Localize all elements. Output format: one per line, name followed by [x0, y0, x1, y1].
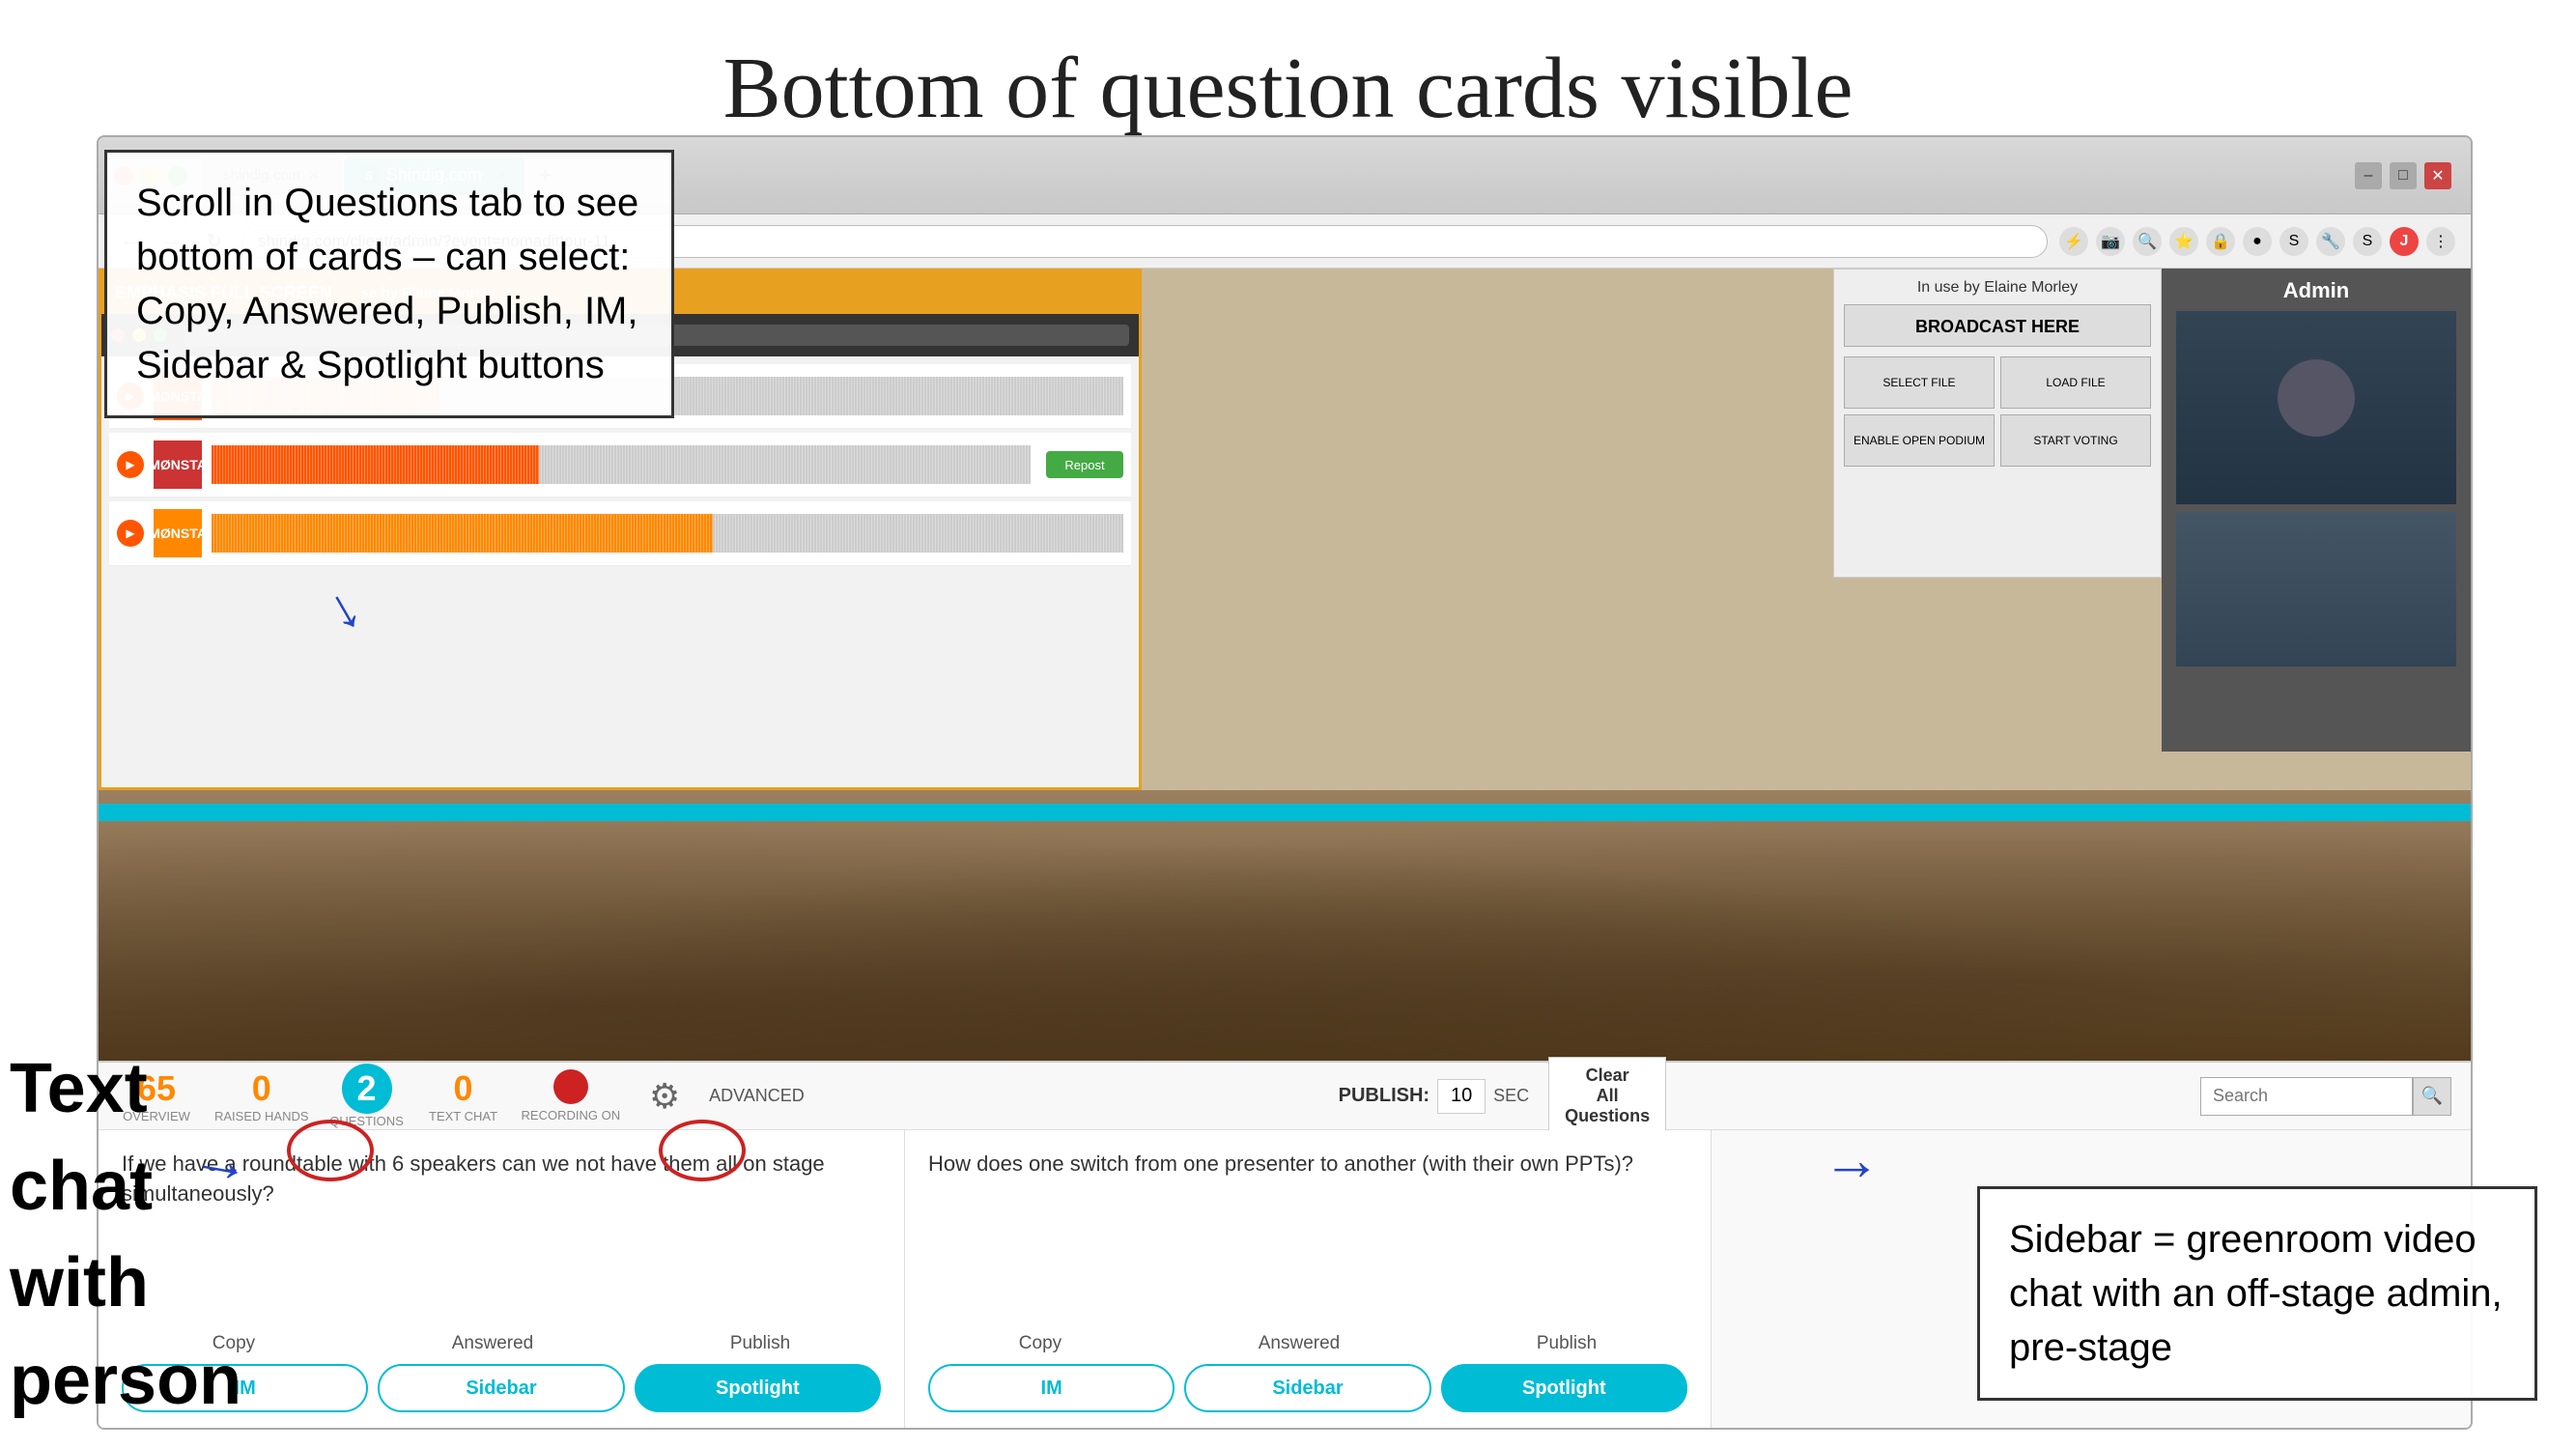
audience-background	[99, 790, 2471, 1061]
broadcast-here-button[interactable]: BROADCAST HERE	[1844, 304, 2151, 347]
sidebar-button-1[interactable]: Sidebar	[378, 1364, 624, 1412]
annotation-left-text: Scroll in Questions tab to see bottom of…	[136, 182, 638, 386]
extension-icon-4[interactable]: ⭐	[2169, 227, 2198, 256]
extension-icon-8[interactable]: 🔧	[2316, 227, 2345, 256]
question-2-actions: Copy Answered Publish	[928, 1333, 1687, 1354]
select-file-button[interactable]: SELECT FILE	[1844, 356, 1995, 409]
sidebar-annotation-text: Sidebar = greenroom video chat with an o…	[2009, 1218, 2503, 1369]
sc-play-2[interactable]: ▶	[117, 451, 144, 478]
annotation-box-sidebar: Sidebar = greenroom video chat with an o…	[1977, 1186, 2537, 1401]
spotlight-button-1[interactable]: Spotlight	[635, 1364, 881, 1412]
browser-window-controls: – □ ✕	[2355, 162, 2451, 189]
maximize-button[interactable]: □	[2390, 162, 2417, 189]
question-2-buttons: IM Sidebar Spotlight	[928, 1364, 1687, 1412]
stat-questions-number: 2	[342, 1064, 392, 1114]
toolbar-stats-row: 65 OVERVIEW 0 RAISED HANDS 2 QUESTIONS 0…	[99, 1063, 2471, 1130]
stat-questions[interactable]: 2 QUESTIONS	[328, 1064, 406, 1128]
start-voting-button[interactable]: START VOTING	[2000, 414, 2151, 467]
clear-label-1: Clear	[1586, 1065, 1629, 1086]
search-input[interactable]	[2200, 1077, 2413, 1116]
teal-divider	[99, 804, 2471, 821]
gear-icon: ⚙	[649, 1076, 680, 1117]
publish-area: PUBLISH: 10 SEC	[1339, 1079, 1529, 1114]
people-blur	[99, 790, 2471, 1061]
annotation-box-left: Scroll in Questions tab to see bottom of…	[104, 150, 674, 418]
sc-waveform-3	[212, 514, 1123, 553]
sidebar-button-2[interactable]: Sidebar	[1184, 1364, 1430, 1412]
copy-action-2[interactable]: Copy	[1019, 1333, 1062, 1354]
publish-action-1[interactable]: Publish	[730, 1333, 790, 1354]
publish-number[interactable]: 10	[1437, 1079, 1486, 1114]
answered-action-2[interactable]: Answered	[1259, 1333, 1341, 1354]
clear-label-2: All	[1597, 1086, 1619, 1106]
arrow-to-im: →	[187, 1122, 256, 1197]
search-container: 🔍	[2200, 1077, 2451, 1116]
annotation-text-chat: Textchatwithperson	[0, 1031, 174, 1439]
profile-icon[interactable]: J	[2390, 227, 2419, 256]
question-text-2: How does one switch from one presenter t…	[928, 1150, 1687, 1321]
stat-raised-hands-number: 0	[252, 1068, 271, 1109]
clear-all-button[interactable]: Clear All Questions	[1548, 1057, 1666, 1135]
extension-icon-9[interactable]: S	[2353, 227, 2382, 256]
advanced-button[interactable]: ⚙	[639, 1071, 690, 1122]
stat-text-chat-label: TEXT CHAT	[429, 1109, 497, 1123]
question-card-2: How does one switch from one presenter t…	[905, 1130, 1712, 1428]
extension-icon-7[interactable]: S	[2279, 227, 2308, 256]
admin-video-1	[2176, 311, 2456, 504]
sc-repost-btn[interactable]: Repost	[1046, 451, 1123, 478]
stat-text-chat-number: 0	[454, 1068, 473, 1109]
menu-icon[interactable]: ⋮	[2426, 227, 2455, 256]
broadcast-panel: In use by Elaine Morley BROADCAST HERE S…	[1833, 269, 2162, 578]
broadcast-buttons: SELECT FILE LOAD FILE ENABLE OPEN PODIUM…	[1844, 356, 2151, 467]
extension-icon-3[interactable]: 🔍	[2133, 227, 2162, 256]
toolbar-icons: ⚡ 📷 🔍 ⭐ 🔒 ● S 🔧 S J ⋮	[2059, 227, 2455, 256]
stat-raised-hands: 0 RAISED HANDS	[214, 1068, 309, 1123]
admin-panel: Admin	[2162, 269, 2471, 752]
stat-raised-hands-label: RAISED HANDS	[214, 1109, 309, 1123]
admin-video-2	[2176, 512, 2456, 667]
spotlight-button-2[interactable]: Spotlight	[1441, 1364, 1687, 1412]
search-button[interactable]: 🔍	[2413, 1077, 2451, 1116]
search-icon: 🔍	[2421, 1086, 2443, 1106]
sc-logo-2: MØNSTA	[154, 440, 202, 489]
extension-icon-1[interactable]: ⚡	[2059, 227, 2088, 256]
recording-label: RECORDING ON	[522, 1108, 621, 1122]
publish-action-2[interactable]: Publish	[1537, 1333, 1597, 1354]
sec-label: SEC	[1493, 1086, 1529, 1106]
recording-indicator: RECORDING ON	[522, 1069, 621, 1122]
record-icon	[553, 1069, 588, 1104]
clear-label-3: Questions	[1565, 1106, 1650, 1126]
sc-track-2: ▶ MØNSTA Repost	[109, 433, 1131, 497]
in-use-label: In use by Elaine Morley	[1844, 279, 2151, 297]
sc-waveform-2	[212, 445, 1031, 484]
sc-play-3[interactable]: ▶	[117, 520, 144, 547]
extension-icon-6[interactable]: ●	[2243, 227, 2272, 256]
publish-label: PUBLISH:	[1339, 1085, 1430, 1107]
extension-icon-2[interactable]: 📷	[2096, 227, 2125, 256]
im-button-2[interactable]: IM	[928, 1364, 1175, 1412]
stat-text-chat: 0 TEXT CHAT	[425, 1068, 502, 1123]
close-button[interactable]: ✕	[2424, 162, 2451, 189]
admin-label: Admin	[2283, 278, 2349, 303]
advanced-label: ADVANCED	[709, 1086, 805, 1106]
load-file-button[interactable]: LOAD FILE	[2000, 356, 2151, 409]
arrow-to-sidebar: →	[1823, 1126, 1881, 1193]
sc-track-3: ▶ MØNSTA	[109, 501, 1131, 566]
stat-questions-label: QUESTIONS	[329, 1114, 404, 1128]
sc-logo-3: MØNSTA	[154, 509, 202, 557]
answered-action-1[interactable]: Answered	[452, 1333, 534, 1354]
enable-open-podium-button[interactable]: ENABLE OPEN PODIUM	[1844, 414, 1995, 467]
extension-icon-5[interactable]: 🔒	[2206, 227, 2235, 256]
minimize-button[interactable]: –	[2355, 162, 2382, 189]
